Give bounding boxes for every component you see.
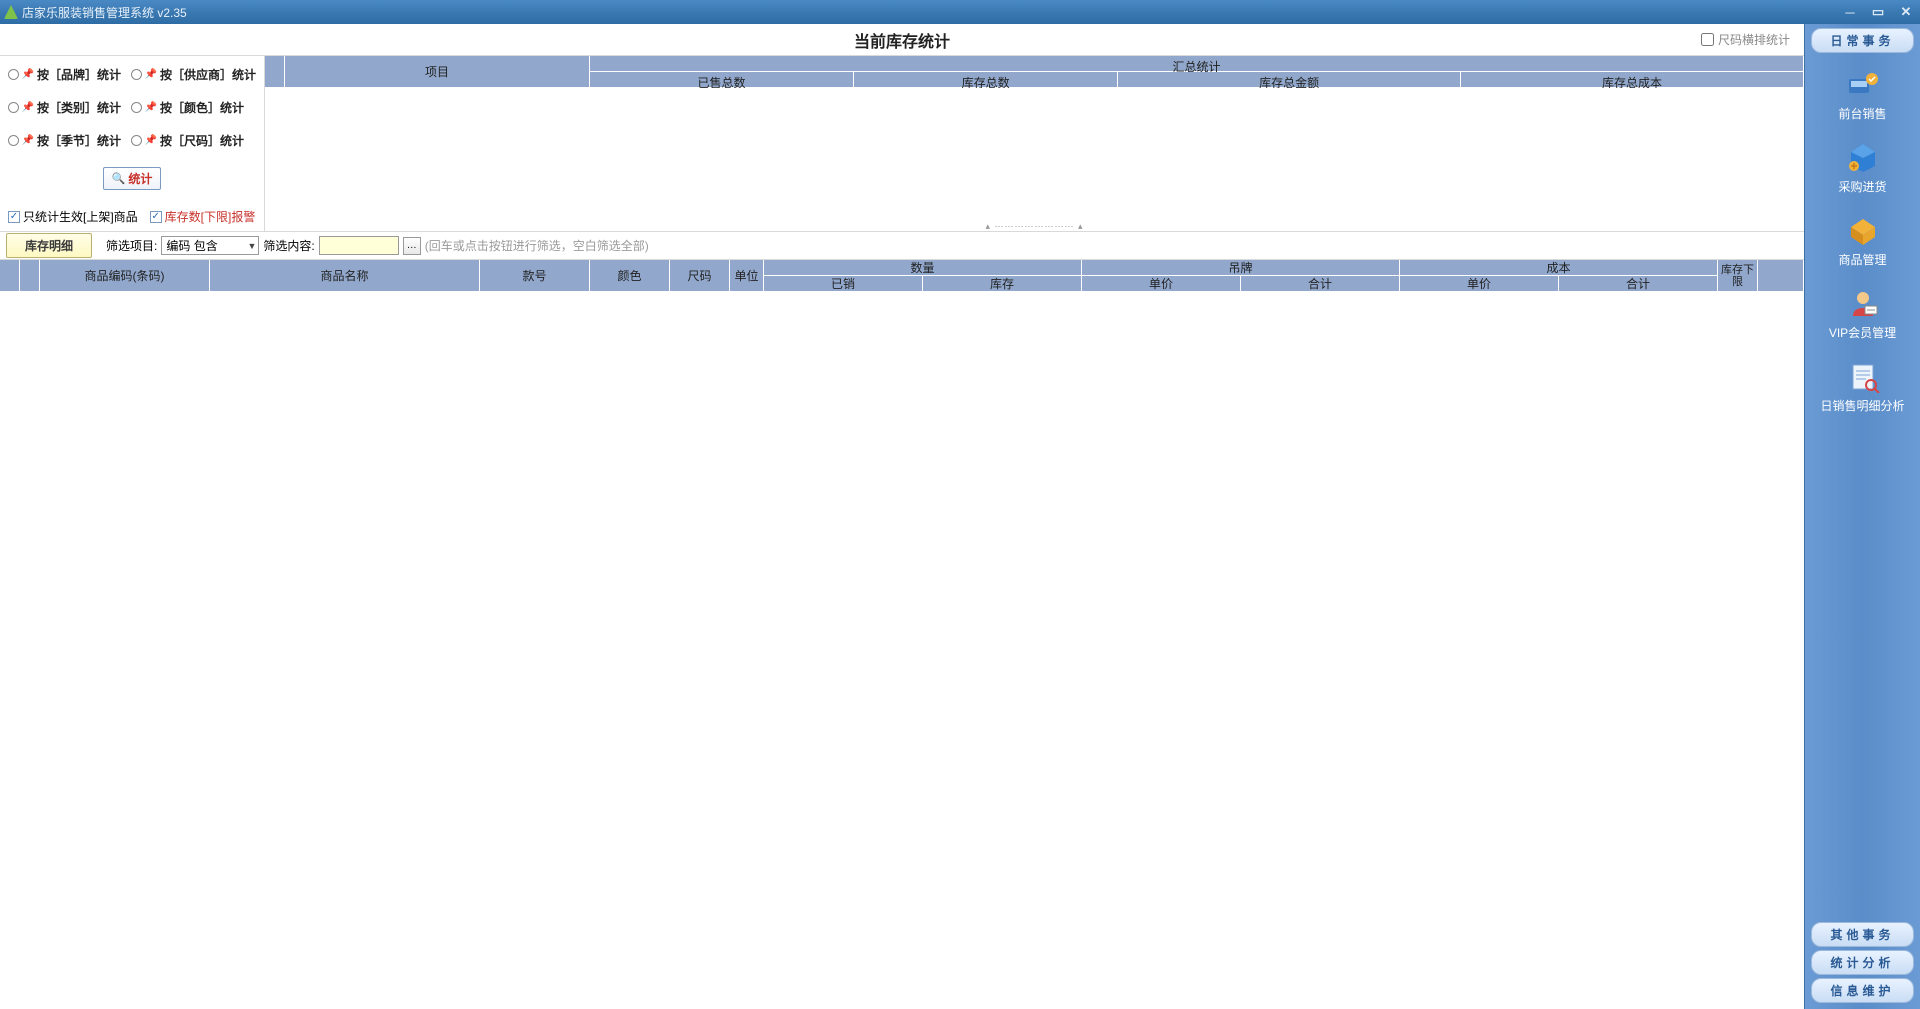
filter-by-brand[interactable]: 📌 按［品牌］统计 [8,66,125,83]
sidebar-item-label: 日销售明细分析 [1820,397,1904,414]
filter-by-supplier[interactable]: 📌 按［供应商］统计 [131,66,256,83]
pin-icon: 📌 [145,102,157,114]
page-header: 当前库存统计 尺码横排统计 [0,24,1804,56]
search-icon: 🔍 [112,172,126,185]
col-size[interactable]: 尺码 [670,260,730,292]
page-title: 当前库存统计 [854,28,950,52]
checkbox-icon: ✓ [8,211,20,223]
col-cost[interactable]: 成本 [1400,260,1718,276]
col-tag-price[interactable]: 单价 [1082,276,1241,292]
sidebar: 日常事务 前台销售 采购进货 商品管理 [1804,24,1920,1009]
col-trailing [1758,260,1804,292]
pin-icon: 📌 [145,69,157,81]
sidebar-header-daily[interactable]: 日常事务 [1811,28,1914,53]
radio-icon [131,102,142,113]
sidebar-item-front-sales[interactable]: 前台销售 [1805,69,1920,122]
app-title: 店家乐服装销售管理系统 v2.35 [22,4,187,21]
window-controls: ─ ▭ ✕ [1836,2,1920,22]
front-sales-icon [1845,69,1881,101]
radio-icon [131,135,142,146]
stock-warn-checkbox[interactable]: ✓ 库存数[下限]报警 [150,208,256,225]
sidebar-btn-maintain[interactable]: 信息维护 [1811,978,1914,1003]
detail-table: 商品编码(条码) 商品名称 款号 颜色 尺码 单位 数量 吊牌 成本 已销 库存… [0,260,1804,1009]
size-stat-checkbox[interactable] [1701,33,1714,46]
report-icon [1845,361,1881,393]
col-qty[interactable]: 数量 [764,260,1082,276]
col-stock-limit[interactable]: 库存下限 [1718,260,1758,292]
size-stat-label: 尺码横排统计 [1718,31,1790,48]
table-corner [265,56,285,88]
tab-filter-row: 库存明细 筛选项目: 编码 包含 ▼ 筛选内容: … (回车或点击按钮进行筛选，… [0,232,1804,260]
pin-icon: 📌 [145,135,157,147]
pin-icon: 📌 [22,135,34,147]
size-stat-toggle[interactable]: 尺码横排统计 [1701,31,1790,48]
filter-by-color[interactable]: 📌 按［颜色］统计 [131,99,256,116]
radio-icon [8,69,19,80]
sidebar-item-daily-sales-detail[interactable]: 日销售明细分析 [1805,361,1920,414]
radio-icon [131,69,142,80]
sidebar-btn-stats[interactable]: 统计分析 [1811,950,1914,975]
filter-item-label: 筛选项目: [106,237,157,254]
col-unit[interactable]: 单位 [730,260,764,292]
sidebar-item-label: VIP会员管理 [1829,324,1896,341]
stats-button[interactable]: 🔍 统计 [103,167,162,190]
detail-body [0,292,1804,1009]
sidebar-item-label: 前台销售 [1838,105,1886,122]
col-color[interactable]: 颜色 [590,260,670,292]
col-code[interactable]: 商品编码(条码) [40,260,210,292]
maximize-button[interactable]: ▭ [1864,2,1892,22]
filter-content-label: 筛选内容: [263,237,314,254]
checkbox-icon: ✓ [150,211,162,223]
col-tag-total[interactable]: 合计 [1241,276,1400,292]
summary-body: ▴ ⋯⋯⋯⋯⋯⋯⋯⋯ ▴ [265,88,1804,231]
chevron-down-icon: ▼ [247,241,256,251]
close-button[interactable]: ✕ [1892,2,1920,22]
vip-icon [1845,288,1881,320]
pin-icon: 📌 [22,69,34,81]
col-qty-sold[interactable]: 已销 [764,276,923,292]
col-summary[interactable]: 汇总统计 [590,56,1804,72]
col-stock-amount[interactable]: 库存总金额 [1118,72,1461,88]
sidebar-btn-other[interactable]: 其他事务 [1811,922,1914,947]
filter-hint: (回车或点击按钮进行筛选，空白筛选全部) [425,237,649,254]
col-cost-total[interactable]: 合计 [1559,276,1718,292]
purchase-icon [1845,142,1881,174]
row-selector-col [0,260,20,292]
row-marker-col [20,260,40,292]
sidebar-item-label: 采购进货 [1838,178,1886,195]
filter-item-combo[interactable]: 编码 包含 ▼ [161,236,259,255]
col-qty-stock[interactable]: 库存 [923,276,1082,292]
pin-icon: 📌 [22,102,34,114]
goods-icon [1845,215,1881,247]
filter-content-input[interactable] [319,236,399,255]
titlebar: 店家乐服装销售管理系统 v2.35 ─ ▭ ✕ [0,0,1920,24]
sidebar-item-vip-mgmt[interactable]: VIP会员管理 [1805,288,1920,341]
col-cost-price[interactable]: 单价 [1400,276,1559,292]
tab-stock-detail[interactable]: 库存明细 [6,233,92,258]
filter-lookup-button[interactable]: … [403,237,421,255]
radio-icon [8,135,19,146]
filter-by-category[interactable]: 📌 按［类别］统计 [8,99,125,116]
sidebar-item-label: 商品管理 [1838,251,1886,268]
app-icon [4,5,18,19]
radio-icon [8,102,19,113]
col-sold-total[interactable]: 已售总数 [590,72,854,88]
minimize-button[interactable]: ─ [1836,2,1864,22]
col-style[interactable]: 款号 [480,260,590,292]
only-onshelf-checkbox[interactable]: ✓ 只统计生效[上架]商品 [8,208,138,225]
summary-table: 项目 汇总统计 已售总数 库存总数 库存总金额 库存总成本 [265,56,1804,231]
filter-by-season[interactable]: 📌 按［季节］统计 [8,132,125,149]
col-stock-cost[interactable]: 库存总成本 [1461,72,1804,88]
sidebar-item-purchase[interactable]: 采购进货 [1805,142,1920,195]
col-name[interactable]: 商品名称 [210,260,480,292]
col-stock-total[interactable]: 库存总数 [854,72,1118,88]
filter-panel: 📌 按［品牌］统计 📌 按［供应商］统计 📌 按［类别］统计 [0,56,265,231]
col-project[interactable]: 项目 [285,56,590,88]
filter-by-size[interactable]: 📌 按［尺码］统计 [131,132,256,149]
col-tag[interactable]: 吊牌 [1082,260,1400,276]
splitter-handle[interactable]: ▴ ⋯⋯⋯⋯⋯⋯⋯⋯ ▴ [985,221,1083,232]
sidebar-item-goods-mgmt[interactable]: 商品管理 [1805,215,1920,268]
